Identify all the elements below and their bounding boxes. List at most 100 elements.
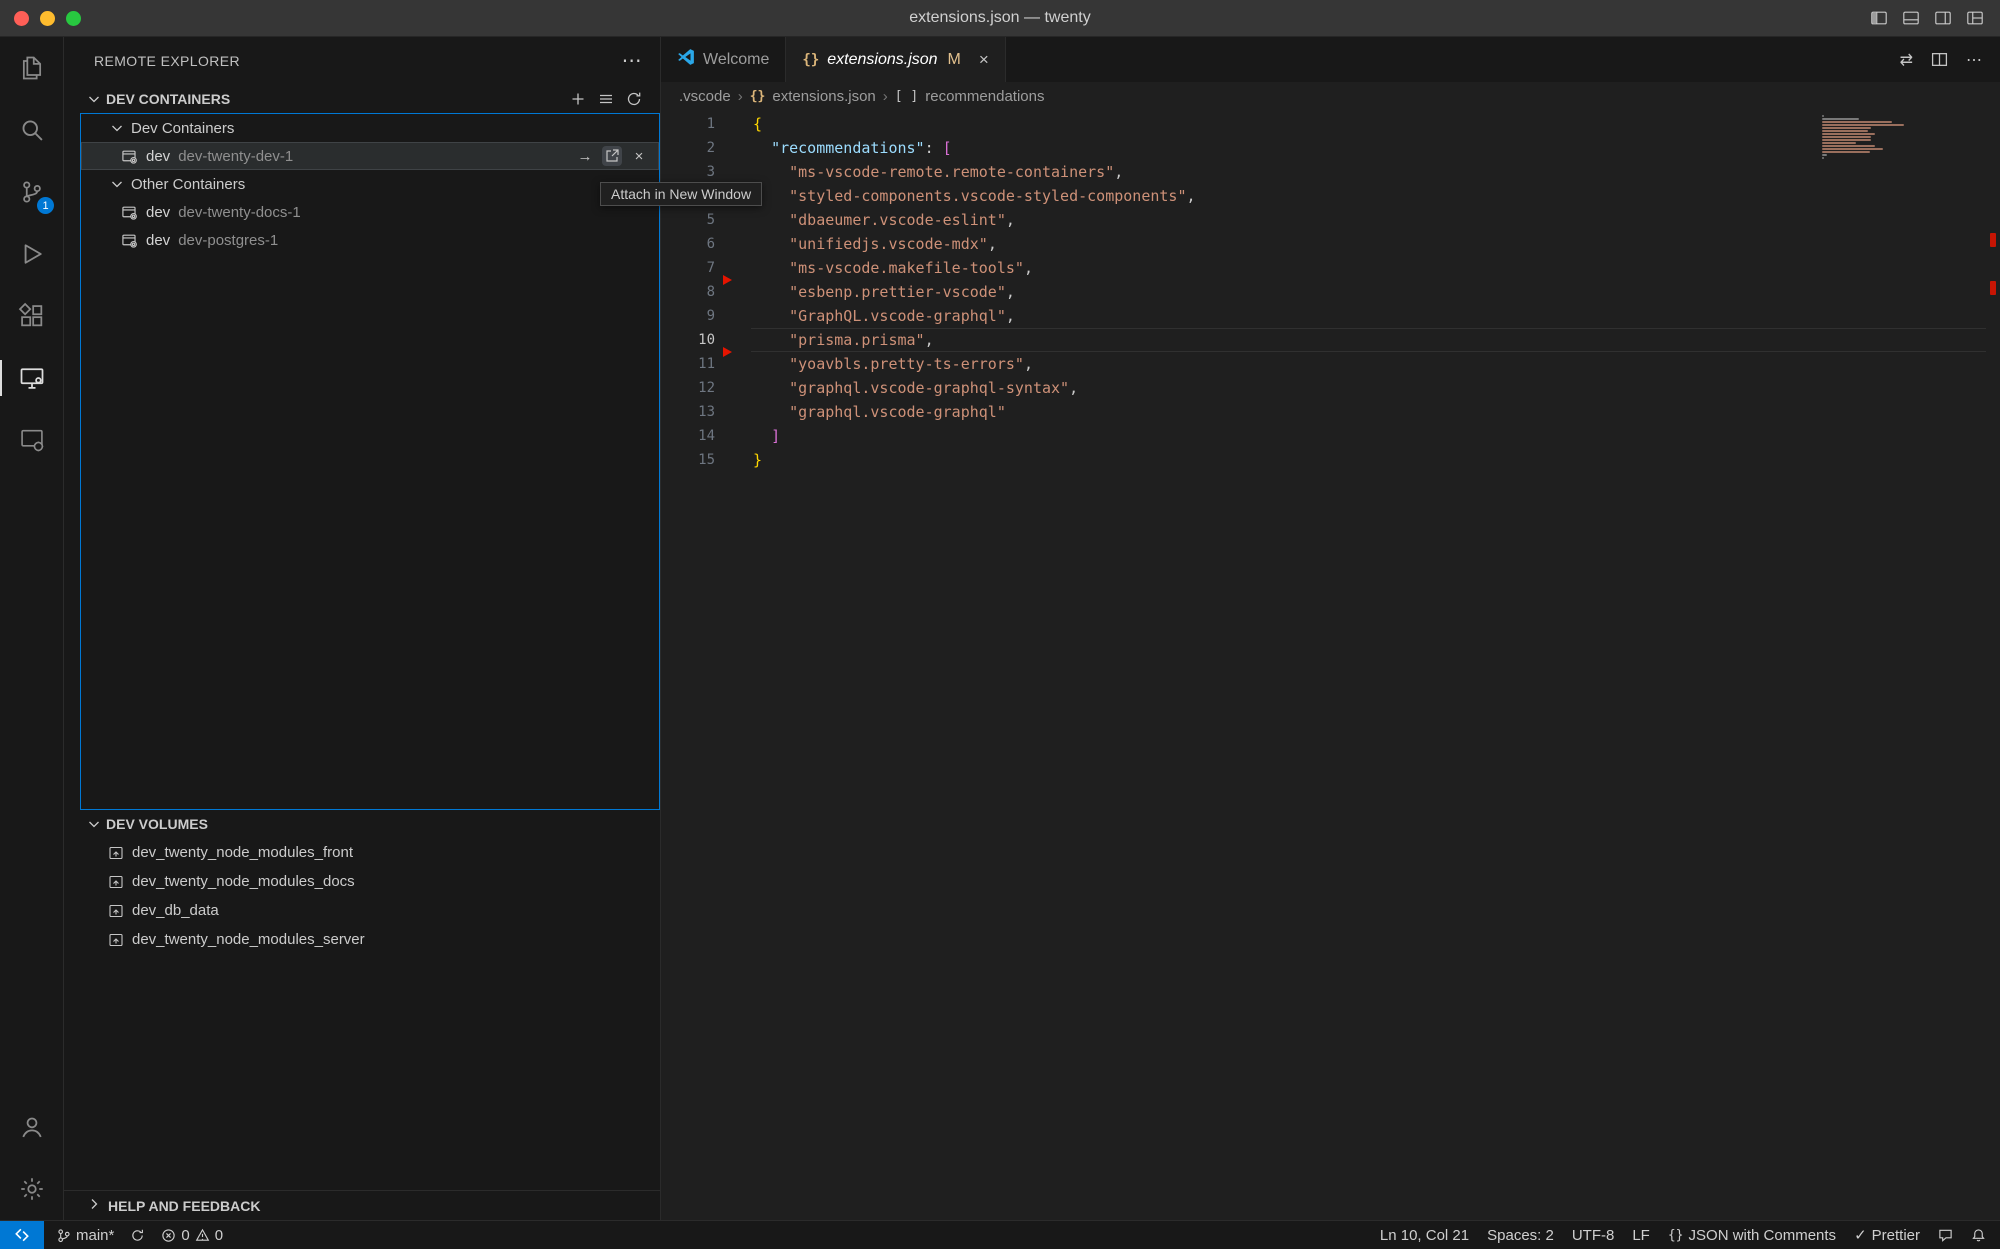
code-line[interactable]: 2 "recommendations": [: [661, 136, 2000, 160]
minimap-line: [1822, 145, 1875, 147]
language-label: JSON with Comments: [1689, 1227, 1837, 1244]
code-line[interactable]: 9 "GraphQL.vscode-graphql",: [661, 304, 2000, 328]
refresh-icon[interactable]: [626, 91, 642, 107]
vscode-logo-icon: [677, 48, 695, 71]
problems-status[interactable]: 0 0: [161, 1227, 223, 1244]
code-text: "graphql.vscode-graphql": [753, 400, 1006, 424]
eol-status[interactable]: LF: [1632, 1227, 1650, 1244]
volume-item[interactable]: dev_db_data: [64, 896, 660, 925]
minimap[interactable]: [1822, 115, 1906, 159]
activity-source-control-icon[interactable]: 1: [0, 161, 63, 223]
breadcrumb-folder[interactable]: .vscode: [679, 88, 731, 105]
code-line[interactable]: 1{: [661, 112, 2000, 136]
section-help-feedback[interactable]: HELP AND FEEDBACK: [64, 1190, 660, 1220]
code-editor[interactable]: 1{2 "recommendations": [3 "ms-vscode-rem…: [661, 111, 2000, 1220]
tab-welcome[interactable]: Welcome: [661, 37, 786, 82]
activity-explorer-icon[interactable]: [0, 37, 63, 99]
feedback-icon[interactable]: [1938, 1228, 1953, 1243]
code-line[interactable]: 5 "dbaeumer.vscode-eslint",: [661, 208, 2000, 232]
zoom-window-button[interactable]: [66, 11, 81, 26]
line-number: 6: [661, 232, 715, 256]
formatter-status[interactable]: ✓ Prettier: [1854, 1226, 1920, 1244]
code-line[interactable]: 10 "prisma.prisma",: [661, 328, 2000, 352]
activity-containers-icon[interactable]: [0, 409, 63, 471]
git-branch-status[interactable]: main*: [56, 1227, 114, 1244]
code-text: "esbenp.prettier-vscode",: [753, 280, 1015, 304]
formatter-label: Prettier: [1872, 1227, 1920, 1244]
editor-actions: ⇄ ⋯: [1900, 37, 2000, 82]
more-actions-icon[interactable]: ⋯: [622, 51, 642, 71]
container-name: dev: [146, 204, 170, 221]
container-group-row[interactable]: Dev Containers: [81, 114, 659, 142]
tab-label: Welcome: [703, 51, 769, 69]
breadcrumb-symbol[interactable]: recommendations: [925, 88, 1044, 105]
sync-status[interactable]: [130, 1228, 145, 1243]
code-text: "ms-vscode-remote.remote-containers",: [753, 160, 1123, 184]
volume-item[interactable]: dev_twenty_node_modules_front: [64, 838, 660, 867]
activity-remote-explorer-icon[interactable]: [0, 347, 63, 409]
code-line[interactable]: 4 "styled-components.vscode-styled-compo…: [661, 184, 2000, 208]
warning-icon: [195, 1228, 210, 1243]
notifications-bell-icon[interactable]: [1971, 1228, 1986, 1243]
code-line[interactable]: 8 "esbenp.prettier-vscode",: [661, 280, 2000, 304]
breadcrumb-file[interactable]: extensions.json: [772, 88, 875, 105]
activity-run-debug-icon[interactable]: [0, 223, 63, 285]
code-line[interactable]: 13 "graphql.vscode-graphql": [661, 400, 2000, 424]
volume-item[interactable]: dev_twenty_node_modules_server: [64, 925, 660, 954]
code-line[interactable]: 15}: [661, 448, 2000, 472]
attach-container-button[interactable]: →: [575, 146, 595, 166]
line-number: 14: [661, 424, 715, 448]
minimize-window-button[interactable]: [40, 11, 55, 26]
minimap-line: [1822, 136, 1871, 138]
customize-layout-icon[interactable]: [1966, 9, 1984, 27]
language-mode-status[interactable]: {} JSON with Comments: [1668, 1227, 1836, 1244]
code-text: }: [753, 448, 762, 472]
code-line[interactable]: 14 ]: [661, 424, 2000, 448]
code-line[interactable]: 3 "ms-vscode-remote.remote-containers",: [661, 160, 2000, 184]
tooltip-attach-in-new-window: Attach in New Window: [600, 182, 762, 206]
settings-gear-icon[interactable]: [0, 1158, 63, 1220]
tab-extensions-json[interactable]: {} extensions.json M ×: [786, 37, 1005, 82]
more-actions-icon[interactable]: ⋯: [1966, 50, 1982, 70]
stop-container-button[interactable]: ×: [629, 146, 649, 166]
status-bar: main* 0 0 Ln 10, Col 21 Spaces: 2 UTF-8 …: [0, 1220, 2000, 1249]
split-editor-icon[interactable]: [1931, 51, 1948, 68]
branch-name: main*: [76, 1227, 114, 1244]
close-tab-icon[interactable]: ×: [979, 50, 989, 70]
code-line[interactable]: 6 "unifiedjs.vscode-mdx",: [661, 232, 2000, 256]
code-line[interactable]: 11 "yoavbls.pretty-ts-errors",: [661, 352, 2000, 376]
minimap-line: [1822, 151, 1870, 153]
new-container-icon[interactable]: [570, 91, 586, 107]
group-label: Dev Containers: [131, 120, 234, 137]
indentation-status[interactable]: Spaces: 2: [1487, 1227, 1554, 1244]
attach-new-window-button[interactable]: [602, 146, 622, 166]
close-window-button[interactable]: [14, 11, 29, 26]
toggle-panel-icon[interactable]: [1902, 9, 1920, 27]
container-item[interactable]: devdev-twenty-docs-1: [81, 198, 659, 226]
remote-indicator[interactable]: [0, 1221, 44, 1249]
open-changes-icon[interactable]: ⇄: [1900, 50, 1913, 70]
container-item[interactable]: devdev-twenty-dev-1→×: [81, 142, 659, 170]
toggle-secondary-sidebar-icon[interactable]: [1934, 9, 1952, 27]
cursor-position-status[interactable]: Ln 10, Col 21: [1380, 1227, 1469, 1244]
line-number: 5: [661, 208, 715, 232]
code-line[interactable]: 7 "ms-vscode.makefile-tools",: [661, 256, 2000, 280]
code-text: "ms-vscode.makefile-tools",: [753, 256, 1033, 280]
section-dev-containers[interactable]: DEV CONTAINERS: [64, 85, 660, 113]
code-line[interactable]: 12 "graphql.vscode-graphql-syntax",: [661, 376, 2000, 400]
activity-extensions-icon[interactable]: [0, 285, 63, 347]
toggle-primary-sidebar-icon[interactable]: [1870, 9, 1888, 27]
container-item[interactable]: devdev-postgres-1: [81, 226, 659, 254]
options-list-icon[interactable]: [598, 91, 614, 107]
minimap-line: [1822, 154, 1827, 156]
container-group-row[interactable]: Other Containers: [81, 170, 659, 198]
branch-icon: [56, 1228, 71, 1243]
section-dev-volumes[interactable]: DEV VOLUMES: [64, 810, 660, 838]
container-icon: [121, 204, 138, 221]
modified-badge: M: [948, 51, 961, 69]
accounts-icon[interactable]: [0, 1096, 63, 1158]
activity-bar: 1: [0, 37, 64, 1220]
volume-item[interactable]: dev_twenty_node_modules_docs: [64, 867, 660, 896]
activity-search-icon[interactable]: [0, 99, 63, 161]
encoding-status[interactable]: UTF-8: [1572, 1227, 1615, 1244]
